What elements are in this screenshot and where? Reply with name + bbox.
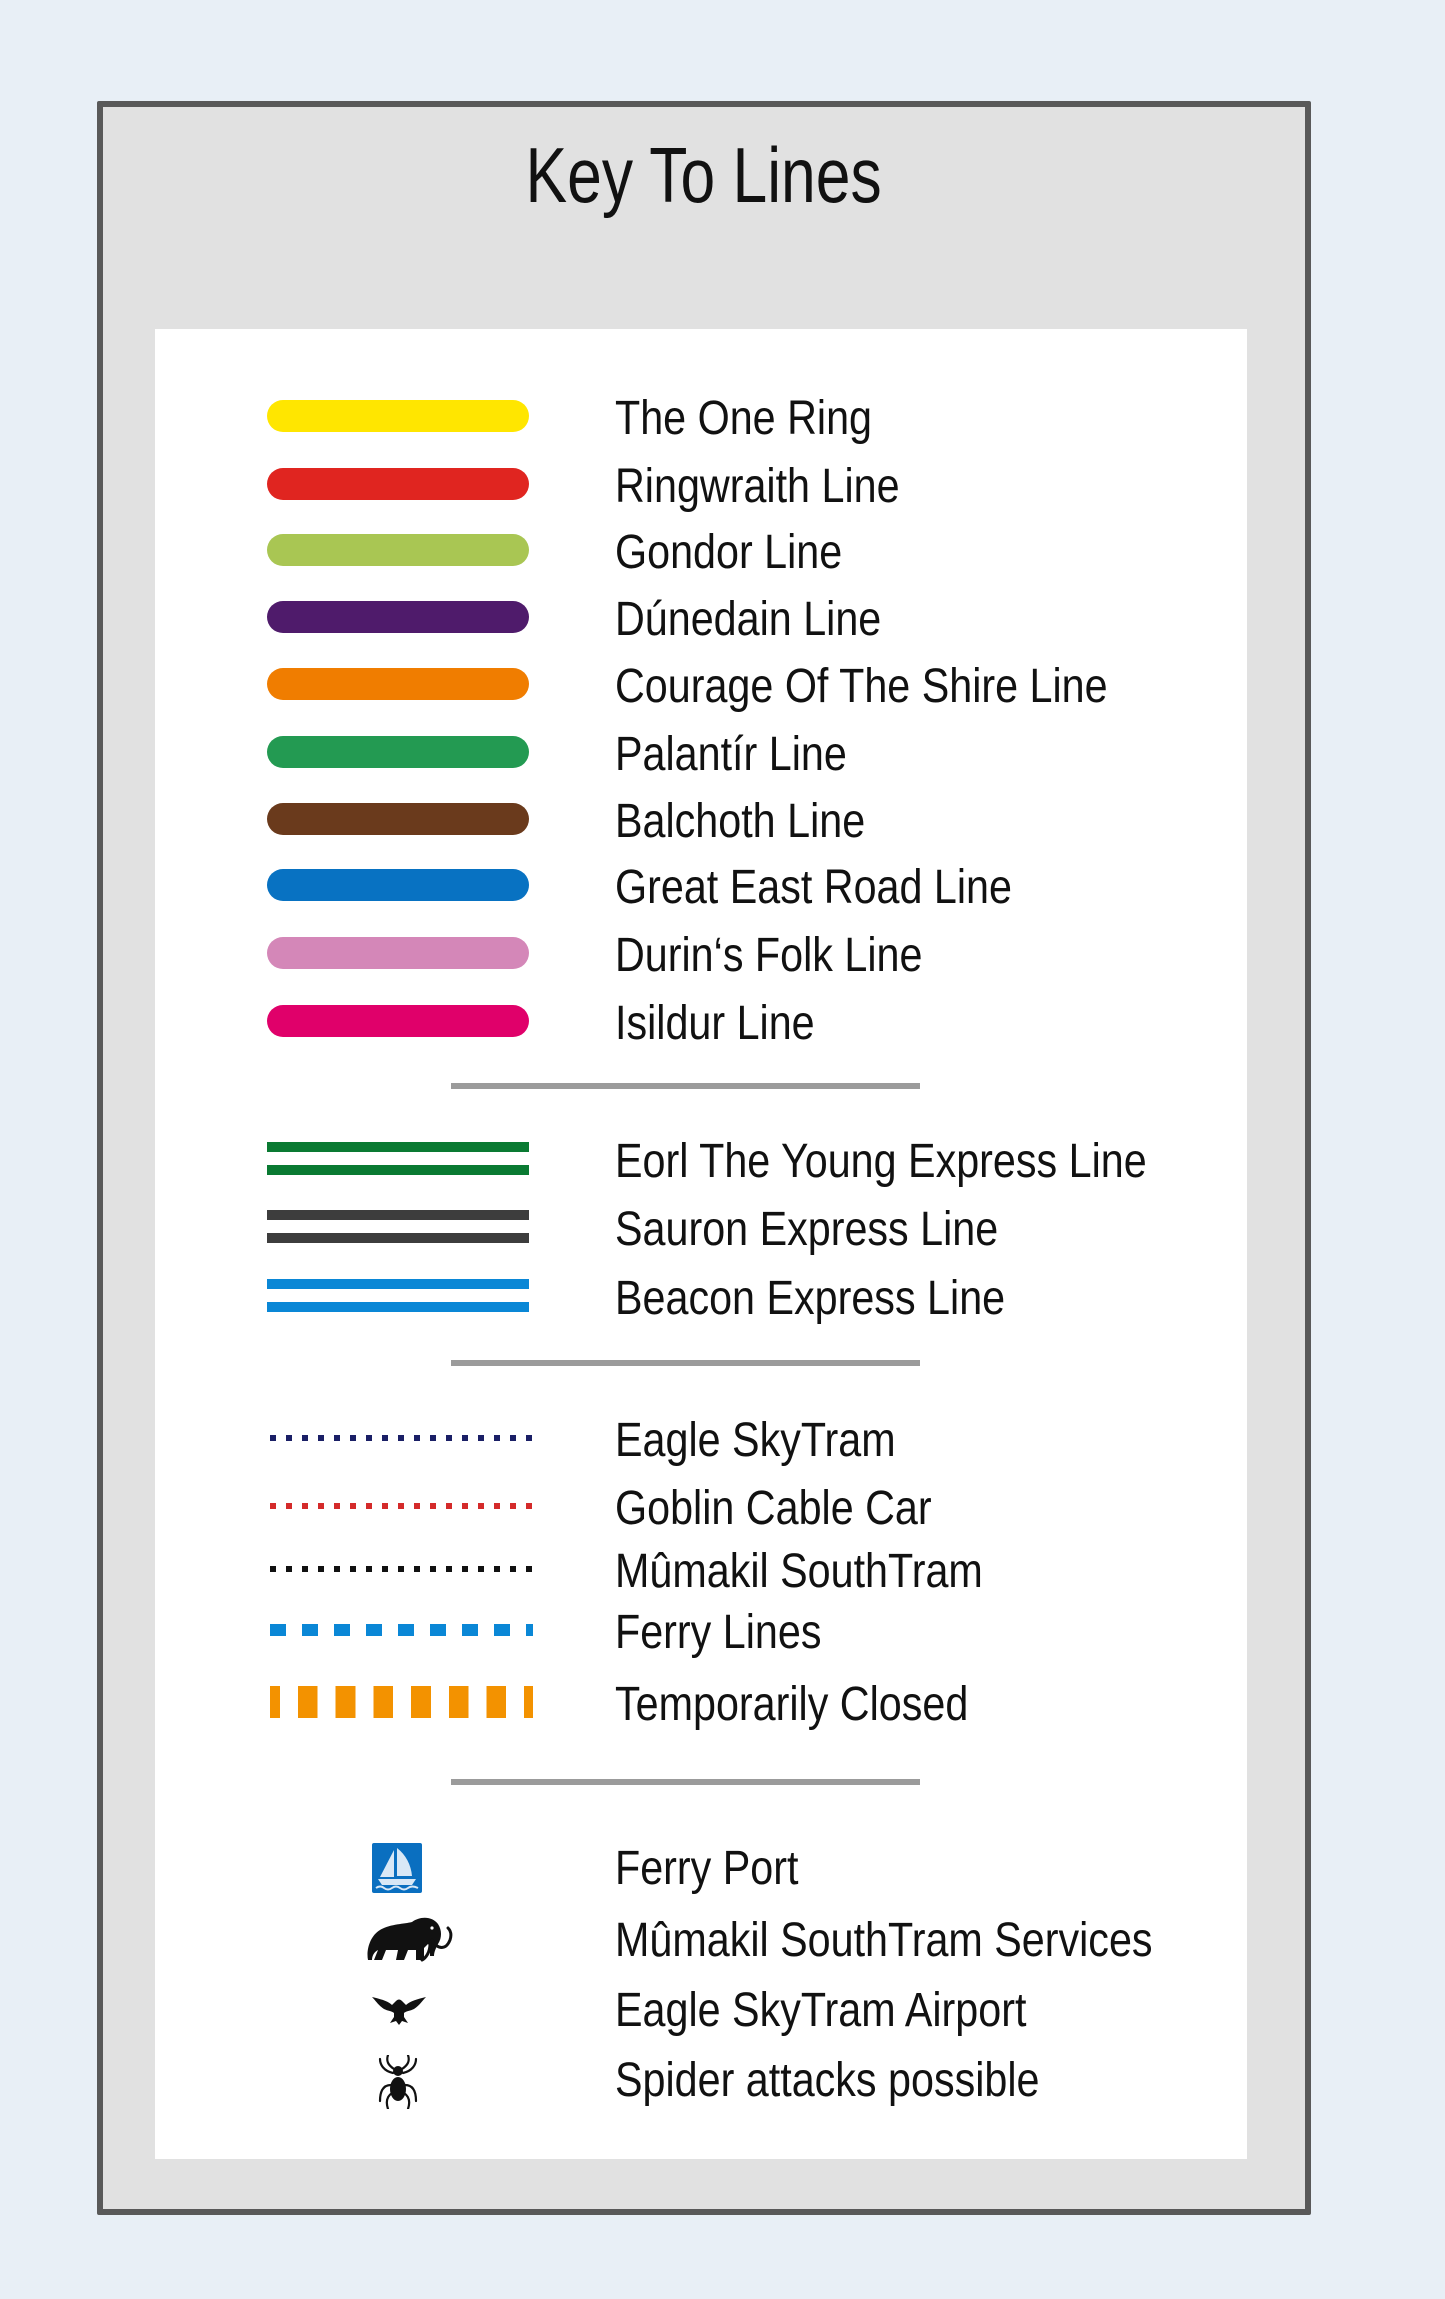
- line-swatch: [267, 400, 529, 432]
- express-line-stripe: [267, 1142, 529, 1152]
- dotted-line-swatch: [270, 1566, 533, 1572]
- mammoth-icon: [367, 1917, 453, 1962]
- line-swatch: [267, 937, 529, 969]
- section-divider: [451, 1083, 920, 1089]
- legend-label: Durin‘s Folk Line: [615, 929, 923, 982]
- legend-label: Gondor Line: [615, 526, 843, 579]
- legend-label: Spider attacks possible: [615, 2054, 1040, 2107]
- barred-line-swatch: [270, 1686, 533, 1718]
- legend-label: Balchoth Line: [615, 795, 866, 848]
- legend-label: Beacon Express Line: [615, 1272, 1006, 1325]
- line-swatch: [267, 803, 529, 835]
- dotted-line-swatch: [270, 1435, 533, 1441]
- legend-label: The One Ring: [615, 392, 872, 445]
- legend-label: Eagle SkyTram: [615, 1414, 896, 1467]
- dotted-line-swatch: [270, 1503, 533, 1509]
- line-swatch: [267, 869, 529, 901]
- legend-title-text: Key To Lines: [525, 131, 883, 219]
- legend-label: Ferry Lines: [615, 1606, 822, 1659]
- express-line-stripe: [267, 1279, 529, 1289]
- legend-label: Goblin Cable Car: [615, 1482, 932, 1535]
- line-swatch: [267, 668, 529, 700]
- sailboat-icon: [372, 1843, 422, 1893]
- line-swatch: [267, 1005, 529, 1037]
- double-line-swatch: [267, 1210, 529, 1243]
- legend-title: Key To Lines: [0, 101, 1408, 241]
- line-swatch: [267, 601, 529, 633]
- legend-label: Eorl The Young Express Line: [615, 1135, 1147, 1188]
- express-line-stripe: [267, 1210, 529, 1220]
- legend-label: Ringwraith Line: [615, 460, 900, 513]
- legend-label: Great East Road Line: [615, 861, 1012, 914]
- section-divider: [451, 1779, 920, 1785]
- legend-label: Ferry Port: [615, 1842, 799, 1895]
- legend-label: Mûmakil SouthTram Services: [615, 1914, 1153, 1967]
- double-line-swatch: [267, 1142, 529, 1175]
- legend-label: Mûmakil SouthTram: [615, 1545, 983, 1598]
- line-swatch: [267, 468, 529, 500]
- double-line-swatch: [267, 1279, 529, 1312]
- legend-label: Eagle SkyTram Airport: [615, 1984, 1027, 2037]
- legend-label: Dúnedain Line: [615, 593, 882, 646]
- section-divider: [451, 1360, 920, 1366]
- express-line-stripe: [267, 1165, 529, 1175]
- dashed-line-swatch: [270, 1624, 533, 1636]
- legend-label: Courage Of The Shire Line: [615, 660, 1108, 713]
- legend-label: Sauron Express Line: [615, 1203, 999, 1256]
- legend-label: Palantír Line: [615, 728, 847, 781]
- eagle-icon: [372, 1997, 426, 2025]
- express-line-stripe: [267, 1302, 529, 1312]
- legend-label: Temporarily Closed: [615, 1678, 969, 1731]
- spider-icon: [378, 2055, 418, 2109]
- line-swatch: [267, 534, 529, 566]
- line-swatch: [267, 736, 529, 768]
- express-line-stripe: [267, 1233, 529, 1243]
- legend-label: Isildur Line: [615, 997, 815, 1050]
